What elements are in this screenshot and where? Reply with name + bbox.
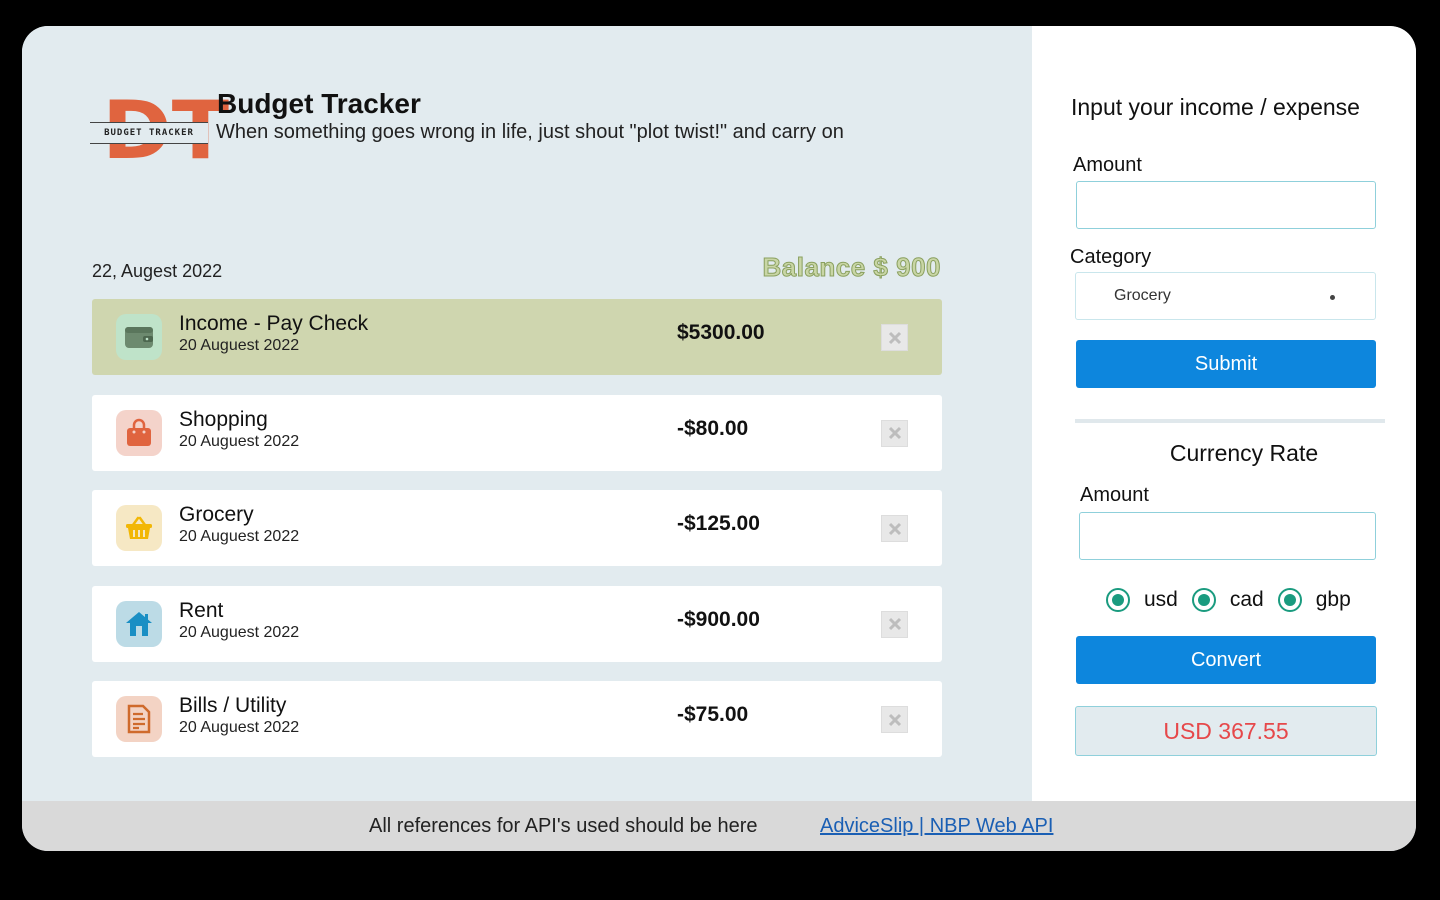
close-icon	[888, 331, 901, 344]
transaction-date: 20 Auguest 2022	[179, 432, 300, 450]
amount-input[interactable]	[1076, 181, 1376, 229]
transaction-amount: -$900.00	[677, 607, 760, 631]
transaction-amount: -$75.00	[677, 703, 749, 726]
current-date: 22, Augest 2022	[92, 261, 223, 281]
app-subtitle: When something goes wrong in life, just …	[216, 121, 844, 143]
delete-button[interactable]	[881, 610, 908, 638]
transaction-amount: -$125.00	[677, 512, 760, 535]
footer: All references for API's used should be …	[22, 801, 1416, 851]
close-icon	[888, 617, 901, 631]
radio-cad[interactable]: cad	[1191, 588, 1264, 612]
amount-label: Amount	[1073, 154, 1142, 176]
form-title: Input your income / expense	[1071, 94, 1360, 120]
currency-options: usd cad gbp	[1106, 588, 1365, 612]
transaction-row: Rent 20 Auguest 2022 -$900.00	[92, 585, 942, 662]
side-panel: Input your income / expense Amount Categ…	[1032, 26, 1416, 801]
transaction-amount: -$80.00	[677, 416, 749, 440]
submit-button[interactable]: Submit	[1076, 340, 1376, 388]
delete-button[interactable]	[881, 324, 908, 351]
transaction-name: Rent	[179, 598, 224, 622]
footer-text: All references for API's used should be …	[369, 814, 758, 837]
dropdown-indicator-icon	[1330, 295, 1335, 300]
transaction-name: Grocery	[179, 503, 254, 526]
logo-band: BUDGET TRACKER	[90, 122, 208, 144]
category-label: Category	[1070, 246, 1152, 268]
currency-amount-label: Amount	[1080, 484, 1149, 506]
transaction-list: Income - Pay Check 20 Auguest 2022 $5300…	[92, 299, 942, 777]
transaction-name: Income - Pay Check	[179, 312, 369, 335]
radio-label: cad	[1229, 588, 1264, 611]
category-selected: Grocery	[1114, 287, 1171, 304]
currency-amount-input[interactable]	[1079, 512, 1376, 560]
delete-button[interactable]	[881, 419, 908, 447]
category-select[interactable]: Grocery	[1075, 272, 1376, 320]
transaction-row: Income - Pay Check 20 Auguest 2022 $5300…	[92, 299, 942, 375]
house-icon	[116, 600, 162, 647]
shopping-bag-icon	[116, 409, 162, 456]
transaction-date: 20 Auguest 2022	[179, 528, 300, 545]
app-window: DT BUDGET TRACKER Budget Tracker When so…	[22, 26, 1416, 851]
transaction-name: Shopping	[179, 407, 268, 431]
radio-button[interactable]	[1191, 588, 1216, 612]
transaction-row: Grocery 20 Auguest 2022 -$125.00	[92, 490, 942, 566]
radio-button[interactable]	[1277, 588, 1302, 612]
basket-icon	[116, 505, 162, 551]
divider	[1075, 419, 1385, 423]
main-panel: DT BUDGET TRACKER Budget Tracker When so…	[22, 26, 1032, 801]
conversion-result: USD 367.55	[1075, 706, 1377, 756]
transaction-date: 20 Auguest 2022	[179, 719, 300, 736]
balance: Balance $ 900	[762, 252, 941, 283]
bill-icon	[116, 696, 162, 742]
transaction-row: Shopping 20 Auguest 2022 -$80.00	[92, 394, 942, 471]
close-icon	[888, 522, 901, 535]
radio-gbp[interactable]: gbp	[1277, 588, 1351, 612]
radio-button[interactable]	[1106, 588, 1130, 612]
delete-button[interactable]	[881, 515, 908, 542]
transaction-row: Bills / Utility 20 Auguest 2022 -$75.00	[92, 681, 942, 757]
logo: DT BUDGET TRACKER	[90, 88, 229, 178]
transaction-name: Bills / Utility	[179, 694, 287, 717]
radio-label: gbp	[1315, 588, 1351, 611]
close-icon	[888, 426, 901, 440]
api-references-link[interactable]: AdviceSlip | NBP Web API	[820, 815, 1053, 838]
close-icon	[888, 713, 901, 726]
radio-label: usd	[1144, 588, 1178, 611]
convert-button[interactable]: Convert	[1076, 636, 1376, 684]
currency-title: Currency Rate	[1169, 440, 1319, 466]
radio-usd[interactable]: usd	[1106, 588, 1178, 612]
transaction-amount: $5300.00	[677, 321, 765, 344]
transaction-date: 20 Auguest 2022	[179, 337, 300, 354]
app-title: Budget Tracker	[217, 88, 421, 119]
delete-button[interactable]	[881, 706, 908, 733]
wallet-icon	[116, 314, 162, 360]
transaction-date: 20 Auguest 2022	[179, 623, 300, 641]
